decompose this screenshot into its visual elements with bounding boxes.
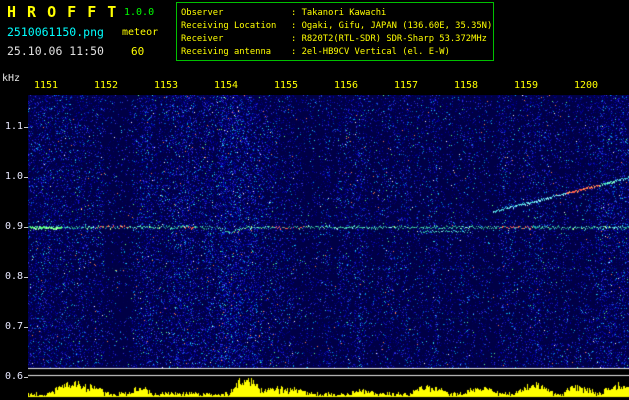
x-tick-label: 1152 <box>93 80 119 91</box>
x-tick-label: 1151 <box>33 80 59 91</box>
output-filename: 2510061150.png <box>7 25 104 39</box>
info-row-1: Receiving Location : Ogaki, Gifu, JAPAN (… <box>181 20 493 33</box>
x-tick-label: 1158 <box>453 80 479 91</box>
x-tick-label: 1157 <box>393 80 419 91</box>
duration-label: 60 <box>131 45 145 58</box>
info-row-value: : Takanori Kawachi <box>291 8 387 18</box>
app-version: 1.0.0 <box>124 7 155 18</box>
y-tick-label: 1.1 <box>4 121 23 132</box>
spectrogram-canvas <box>28 95 629 400</box>
info-row-value: : R820T2(RTL-SDR) SDR-Sharp 53.372MHz <box>291 34 487 44</box>
x-tick-label: 1200 <box>573 80 599 91</box>
info-row-0: Observer : Takanori Kawachi <box>181 7 493 20</box>
y-tick-label: 1.0 <box>4 171 23 182</box>
info-row-value: : Ogaki, Gifu, JAPAN (136.60E, 35.35N) <box>291 21 493 31</box>
x-tick-label: 1154 <box>213 80 239 91</box>
x-tick-label: 1159 <box>513 80 539 91</box>
info-row-3: Receiving antenna : 2el-HB9CV Vertical (e… <box>181 46 493 59</box>
x-tick-label: 1153 <box>153 80 179 91</box>
y-tick-label: 0.7 <box>4 321 23 332</box>
info-row-value: : 2el-HB9CV Vertical (el. E-W) <box>291 47 450 57</box>
x-tick-label: 1156 <box>333 80 359 91</box>
y-axis-unit-label: kHz <box>2 73 21 84</box>
station-info-panel: Observer : Takanori Kawachi Receiving Loca… <box>176 2 494 61</box>
info-row-label: Receiving Location <box>181 21 277 31</box>
info-row-label: Receiver <box>181 34 224 44</box>
info-row-2: Receiver : R820T2(RTL-SDR) SDR-Sharp 53.3… <box>181 33 493 46</box>
info-row-label: Receiving antenna <box>181 47 272 57</box>
y-tick-label: 0.6 <box>4 371 23 382</box>
datetime-label: 25.10.06 11:50 <box>7 44 104 58</box>
app-title: H R O F F T <box>7 3 118 21</box>
info-row-label: Observer <box>181 8 224 18</box>
hrofft-window: H R O F F T 1.0.0 2510061150.png meteor … <box>0 0 629 400</box>
y-tick-label: 0.8 <box>4 271 23 282</box>
y-tick-label: 0.9 <box>4 221 23 232</box>
mode-label: meteor <box>122 27 159 38</box>
x-tick-label: 1155 <box>273 80 299 91</box>
